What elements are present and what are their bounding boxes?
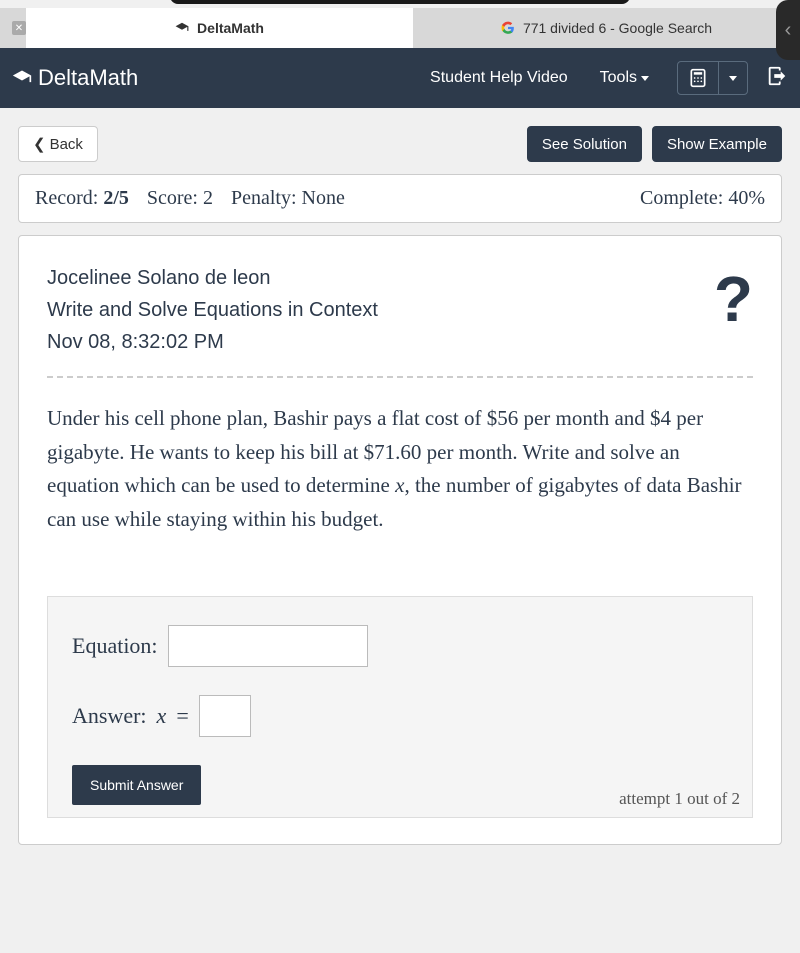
tab-label: 771 divided 6 - Google Search [523, 20, 712, 36]
attempt-counter: attempt 1 out of 2 [619, 789, 740, 809]
answer-input[interactable] [199, 695, 251, 737]
help-icon[interactable]: ? [714, 262, 753, 336]
equation-label: Equation: [72, 633, 158, 659]
chevron-down-icon [641, 76, 649, 81]
see-solution-button[interactable]: See Solution [527, 126, 642, 162]
tab-google-search[interactable]: 771 divided 6 - Google Search [413, 8, 800, 48]
header-info: Jocelinee Solano de leon Write and Solve… [47, 262, 378, 358]
tab-label: DeltaMath [197, 20, 264, 36]
logout-icon [766, 65, 788, 87]
side-panel-toggle[interactable]: ‹ [776, 0, 800, 60]
equation-input[interactable] [168, 625, 368, 667]
app-navbar: DeltaMath Student Help Video Tools [0, 48, 800, 108]
answer-label: Answer: [72, 703, 147, 729]
topic-name: Write and Solve Equations in Context [47, 294, 378, 326]
answer-row: Answer: x = [72, 695, 728, 737]
brand-text: DeltaMath [38, 65, 138, 91]
student-name: Jocelinee Solano de leon [47, 262, 378, 294]
tools-label: Tools [600, 69, 637, 87]
chevron-left-icon: ❮ [33, 135, 46, 153]
graduation-cap-icon [12, 68, 32, 88]
show-example-button[interactable]: Show Example [652, 126, 782, 162]
tab-deltamath[interactable]: DeltaMath [26, 8, 413, 48]
equals-sign: = [176, 703, 188, 729]
answer-variable: x [157, 703, 167, 729]
action-buttons-row: ❮ Back See Solution Show Example [18, 126, 782, 162]
back-button[interactable]: ❮ Back [18, 126, 98, 162]
timestamp: Nov 08, 8:32:02 PM [47, 326, 378, 358]
calculator-button[interactable] [678, 62, 719, 94]
answer-area: Equation: Answer: x = Submit Answer atte… [47, 596, 753, 818]
logout-button[interactable] [766, 65, 788, 92]
chevron-down-icon [729, 76, 737, 81]
problem-card: Jocelinee Solano de leon Write and Solve… [18, 235, 782, 845]
calculator-icon [688, 68, 708, 88]
calculator-button-group [677, 61, 748, 95]
record: Record: 2/5 [35, 187, 129, 210]
student-help-video-link[interactable]: Student Help Video [414, 69, 584, 87]
back-label: Back [50, 136, 83, 153]
tools-dropdown[interactable]: Tools [584, 69, 665, 87]
problem-text: Under his cell phone plan, Bashir pays a… [47, 402, 753, 536]
url-bar [170, 0, 630, 4]
brand[interactable]: DeltaMath [12, 65, 414, 91]
submit-answer-button[interactable]: Submit Answer [72, 765, 201, 805]
equation-row: Equation: [72, 625, 728, 667]
browser-tabs: ✕ DeltaMath 771 divided 6 - Google Searc… [0, 8, 800, 48]
google-icon [501, 21, 515, 35]
calculator-dropdown[interactable] [719, 62, 747, 94]
status-bar: Record: 2/5 Score: 2 Penalty: None Compl… [18, 174, 782, 223]
card-header: Jocelinee Solano de leon Write and Solve… [47, 262, 753, 378]
graduation-cap-icon [175, 21, 189, 35]
close-tab-icon[interactable]: ✕ [12, 21, 26, 35]
browser-chrome-top [0, 0, 800, 8]
complete: Complete: 40% [640, 187, 765, 210]
penalty: Penalty: None [231, 187, 345, 210]
score: Score: 2 [147, 187, 213, 210]
main-content: ❮ Back See Solution Show Example Record:… [0, 108, 800, 863]
